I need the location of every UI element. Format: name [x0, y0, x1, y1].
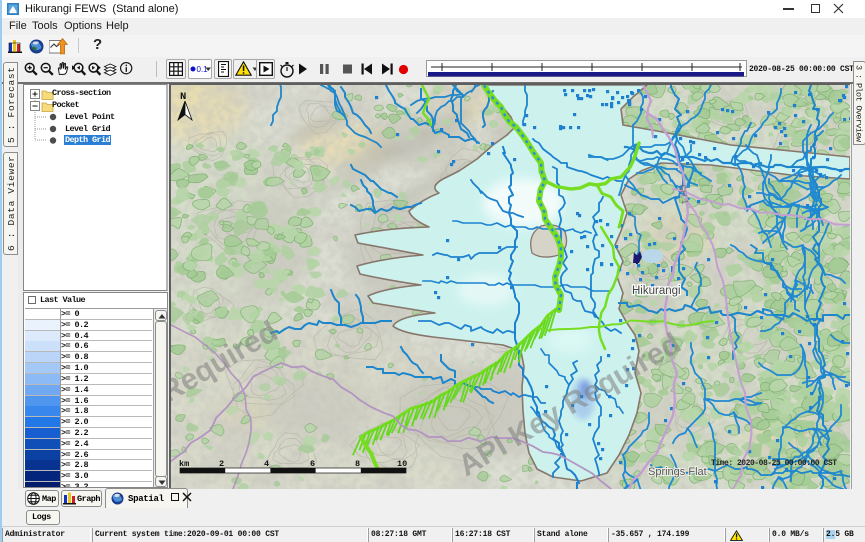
- svg-text:2: 2: [219, 459, 224, 469]
- svg-text:km: km: [179, 459, 189, 469]
- svg-text:3 : Plot Overview: 3 : Plot Overview: [854, 65, 864, 143]
- svg-text:10: 10: [397, 459, 407, 469]
- svg-text:Time: 2020-08-25 00:00:00 CST: Time: 2020-08-25 00:00:00 CST: [711, 459, 837, 468]
- svg-text:Hikurangi: Hikurangi: [632, 285, 681, 297]
- svg-text:8: 8: [355, 459, 360, 469]
- svg-text:Springs Flat: Springs Flat: [648, 466, 707, 478]
- svg-text:4: 4: [264, 459, 269, 469]
- svg-text:5 : Forecast: 5 : Forecast: [6, 67, 17, 143]
- svg-text:6: 6: [310, 459, 315, 469]
- svg-text:6 : Data Viewer: 6 : Data Viewer: [6, 156, 17, 251]
